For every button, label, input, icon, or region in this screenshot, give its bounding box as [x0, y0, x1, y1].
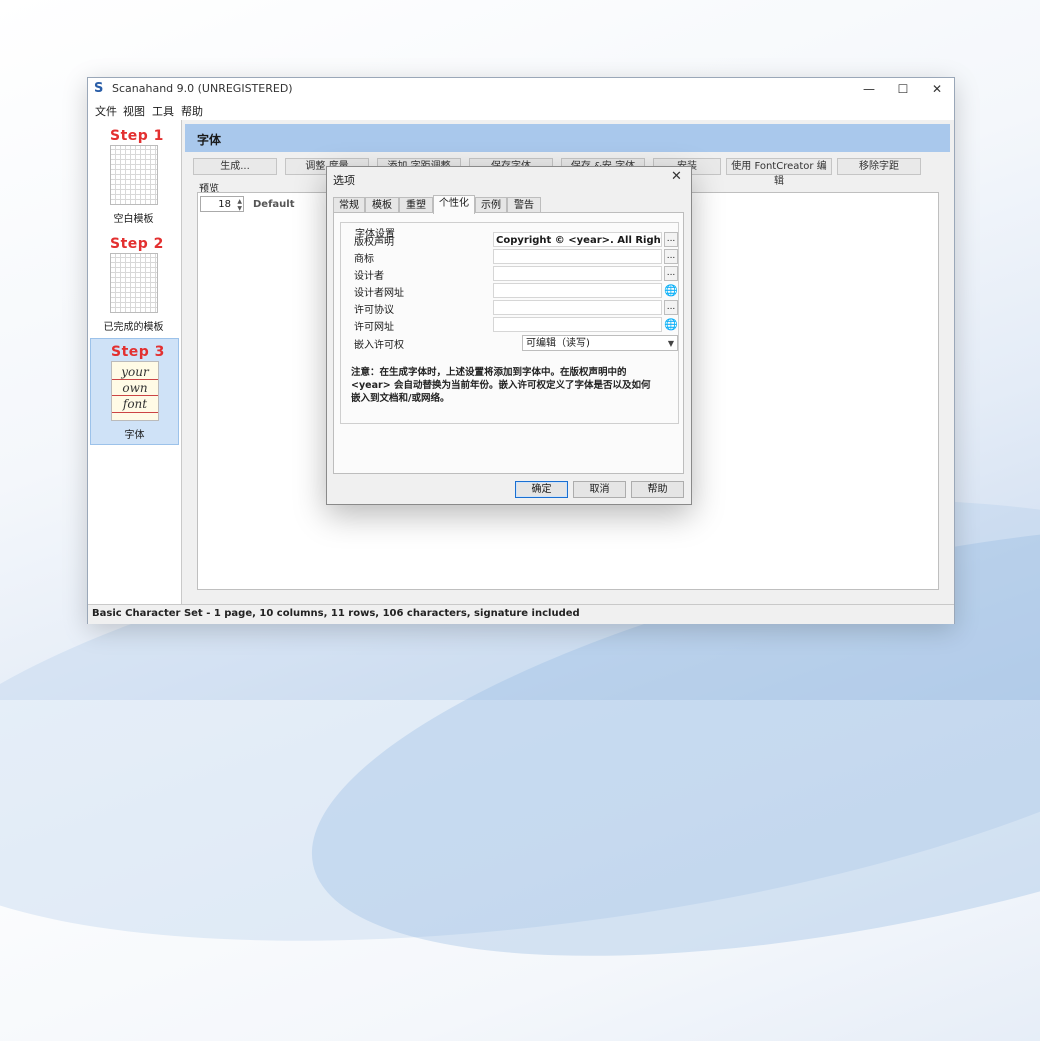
note-line: <year> 会自动替换为当前年份。嵌入许可权定义了字体是否以及如何 — [351, 380, 651, 391]
dialog-close-button[interactable]: ✕ — [671, 169, 682, 184]
menu-bar: 文件 视图 工具 帮助 — [88, 100, 954, 120]
tab-warning[interactable]: 警告 — [507, 197, 541, 213]
copyright-label: 版权声明 — [354, 237, 394, 248]
designer-url-globe-icon[interactable]: 🌐 — [664, 283, 678, 298]
designer-input[interactable] — [493, 266, 662, 281]
fontcreator-edit-button[interactable]: 使用 FontCreator 编辑 — [726, 158, 832, 187]
license-browse-button[interactable]: ... — [664, 300, 678, 315]
designer-url-input[interactable] — [493, 283, 662, 298]
step-label: 字体 — [124, 430, 145, 441]
status-bar: Basic Character Set - 1 page, 10 columns… — [88, 604, 954, 624]
designer-url-label: 设计者网址 — [354, 288, 404, 299]
copyright-input[interactable]: Copyright © <year>. All Rights Reser — [493, 232, 662, 247]
remove-kerning-button[interactable]: 移除字距 — [837, 158, 921, 175]
thumb-word: your — [121, 365, 149, 379]
preview-font-name: Default — [253, 199, 295, 210]
chevron-down-icon: ▼ — [667, 339, 674, 348]
font-settings-group: 字体设置 版权声明 Copyright © <year>. All Rights… — [340, 222, 679, 424]
note-line: 嵌入到文档和/或网络。 — [351, 393, 450, 404]
personalize-page: 字体设置 版权声明 Copyright © <year>. All Rights… — [333, 212, 684, 474]
dialog-title: 选项 — [333, 174, 355, 187]
embedding-selected-value: 可编辑（读写) — [526, 338, 590, 349]
step-label: 空白模板 — [113, 214, 154, 225]
step-blank-template[interactable]: Step 1 空白模板 — [90, 123, 177, 228]
minimize-button[interactable]: — — [852, 78, 886, 100]
maximize-button[interactable]: ☐ — [886, 78, 920, 100]
tab-reshape[interactable]: 重塑 — [399, 197, 433, 213]
cancel-button[interactable]: 取消 — [573, 481, 626, 498]
tab-general[interactable]: 常规 — [333, 197, 365, 213]
font-thumbnail: your own font — [111, 361, 159, 421]
window-title: Scanahand 9.0 (UNREGISTERED) — [112, 82, 293, 95]
step-title: Step 2 — [110, 236, 164, 252]
menu-tools[interactable]: 工具 — [152, 103, 174, 119]
menu-view[interactable]: 视图 — [123, 103, 145, 119]
license-url-input[interactable] — [493, 317, 662, 332]
thumb-baseline — [112, 395, 158, 396]
license-url-label: 许可网址 — [354, 322, 394, 333]
font-size-value: 18 — [218, 199, 231, 210]
embedding-label: 嵌入许可权 — [354, 340, 404, 351]
steps-sidebar: Step 1 空白模板 Step 2 已完成的模板 Step 3 your ow… — [88, 120, 182, 604]
menu-file[interactable]: 文件 — [95, 103, 117, 119]
completed-template-thumbnail — [110, 253, 158, 313]
trademark-label: 商标 — [354, 254, 374, 265]
help-button[interactable]: 帮助 — [631, 481, 684, 498]
note-text: 注意：在生成字体时，上述设置将添加到字体中。在版权声明中的 <year> 会自动… — [351, 366, 651, 405]
blank-template-thumbnail — [110, 145, 158, 205]
copyright-browse-button[interactable]: ... — [664, 232, 678, 247]
title-bar[interactable]: S Scanahand 9.0 (UNREGISTERED) — ☐ ✕ — [88, 78, 954, 100]
spinner-arrows-icon[interactable]: ▲ ▼ — [233, 198, 242, 212]
status-text: Basic Character Set - 1 page, 10 columns… — [92, 608, 580, 619]
ok-button[interactable]: 确定 — [515, 481, 568, 498]
section-header: 字体 — [185, 124, 950, 152]
thumb-word: font — [122, 397, 148, 411]
options-dialog: 选项 ✕ 常规 模板 重塑 个性化 示例 警告 字体设置 版权声明 Copyri… — [326, 166, 692, 505]
tab-personalize[interactable]: 个性化 — [433, 195, 475, 214]
license-input[interactable] — [493, 300, 662, 315]
font-size-spinner[interactable]: 18 ▲ ▼ — [200, 196, 244, 212]
tab-template[interactable]: 模板 — [365, 197, 399, 213]
step-title: Step 3 — [111, 344, 165, 360]
step-completed-template[interactable]: Step 2 已完成的模板 — [90, 231, 177, 336]
close-window-button[interactable]: ✕ — [920, 78, 954, 100]
app-logo-icon: S — [94, 81, 104, 96]
step-title: Step 1 — [110, 128, 164, 144]
step-font[interactable]: Step 3 your own font 字体 — [90, 338, 179, 445]
license-url-globe-icon[interactable]: 🌐 — [664, 317, 678, 332]
menu-help[interactable]: 帮助 — [181, 103, 203, 119]
thumb-baseline — [112, 412, 158, 413]
section-title: 字体 — [197, 133, 222, 147]
step-label: 已完成的模板 — [103, 322, 164, 333]
trademark-browse-button[interactable]: ... — [664, 249, 678, 264]
trademark-input[interactable] — [493, 249, 662, 264]
license-label: 许可协议 — [354, 305, 394, 316]
thumb-word: own — [122, 381, 148, 395]
designer-label: 设计者 — [354, 271, 384, 282]
designer-browse-button[interactable]: ... — [664, 266, 678, 281]
generate-button[interactable]: 生成... — [193, 158, 277, 175]
tab-sample[interactable]: 示例 — [475, 197, 507, 213]
thumb-baseline — [112, 379, 158, 380]
note-line: 注意：在生成字体时，上述设置将添加到字体中。在版权声明中的 — [351, 367, 627, 378]
embedding-select[interactable]: 可编辑（读写) ▼ — [522, 335, 678, 351]
